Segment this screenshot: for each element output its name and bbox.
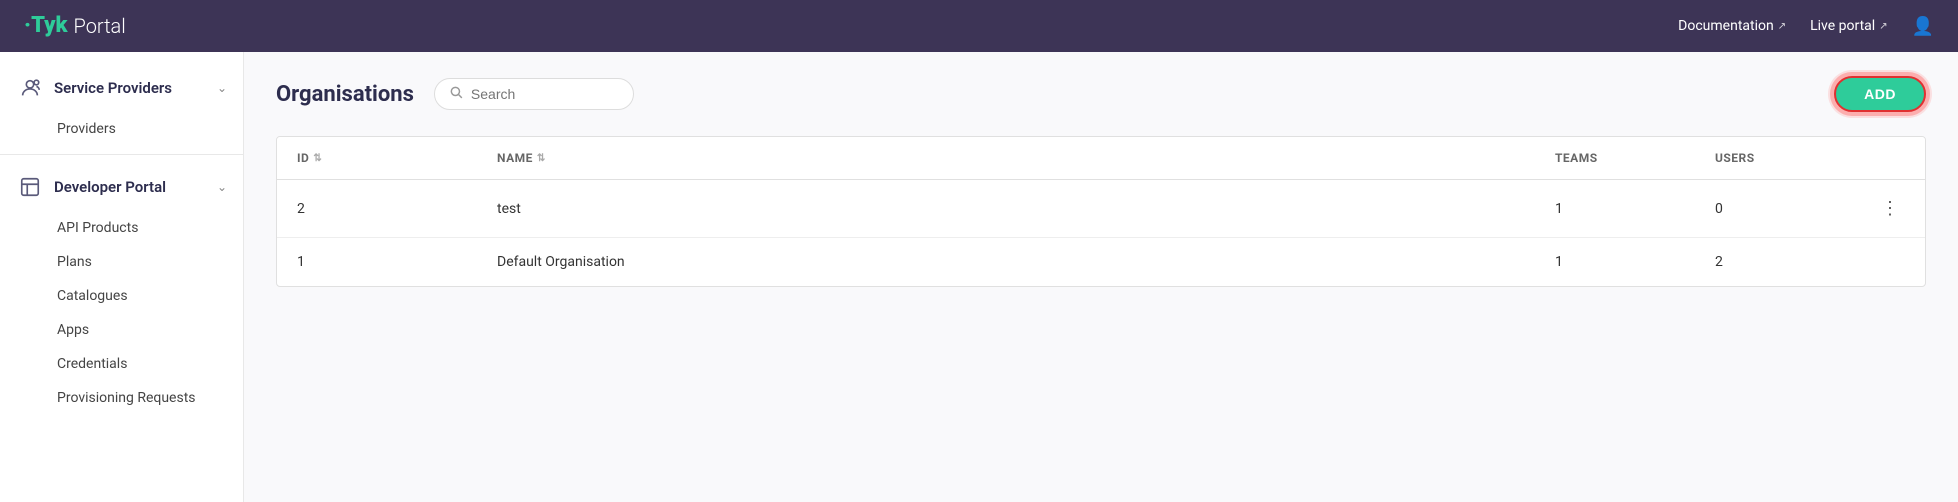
column-header-teams: TEAMS — [1535, 137, 1695, 180]
chevron-down-icon-2: ⌄ — [217, 180, 227, 194]
page-header: Organisations ADD — [276, 76, 1926, 112]
top-navigation: ·Tyk Portal Documentation ↗ Live portal … — [0, 0, 1958, 52]
organisations-table: ID ⇅ NAME ⇅ TEAMS — [277, 137, 1925, 286]
column-header-users: USERS — [1695, 137, 1855, 180]
external-link-icon-2: ↗ — [1879, 21, 1887, 32]
chevron-down-icon: ⌄ — [217, 81, 227, 95]
external-link-icon: ↗ — [1778, 21, 1786, 32]
column-header-name[interactable]: NAME ⇅ — [477, 137, 1535, 180]
cell-users-1: 0 — [1695, 180, 1855, 238]
developer-portal-icon — [16, 173, 44, 201]
cell-users-2: 2 — [1695, 238, 1855, 287]
cell-teams-2: 1 — [1535, 238, 1695, 287]
table-row: 1 Default Organisation 1 2 — [277, 238, 1925, 287]
sidebar-item-catalogues[interactable]: Catalogues — [0, 279, 243, 313]
sidebar-item-provisioning-requests[interactable]: Provisioning Requests — [0, 381, 243, 415]
topnav-right: Documentation ↗ Live portal ↗ 👤 — [1678, 16, 1934, 37]
cell-id-2: 1 — [277, 238, 477, 287]
table-row: 2 test 1 0 ⋮ — [277, 180, 1925, 238]
organisations-table-container: ID ⇅ NAME ⇅ TEAMS — [276, 136, 1926, 287]
app-layout: Service Providers ⌄ Providers — [0, 52, 1958, 502]
table-header-row: ID ⇅ NAME ⇅ TEAMS — [277, 137, 1925, 180]
sidebar: Service Providers ⌄ Providers — [0, 52, 244, 502]
cell-teams-1: 1 — [1535, 180, 1695, 238]
page-title: Organisations — [276, 82, 414, 107]
cell-name-1: test — [477, 180, 1535, 238]
sidebar-item-credentials[interactable]: Credentials — [0, 347, 243, 381]
live-portal-link[interactable]: Live portal ↗ — [1810, 18, 1887, 34]
documentation-link[interactable]: Documentation ↗ — [1678, 18, 1786, 34]
sidebar-item-providers[interactable]: Providers — [0, 112, 243, 146]
search-icon — [449, 85, 463, 103]
service-providers-icon — [16, 74, 44, 102]
column-header-actions — [1855, 137, 1925, 180]
search-box[interactable] — [434, 78, 634, 110]
sort-icon-id: ⇅ — [313, 153, 322, 164]
search-input[interactable] — [471, 86, 619, 102]
column-header-id[interactable]: ID ⇅ — [277, 137, 477, 180]
cell-id-1: 2 — [277, 180, 477, 238]
sidebar-item-apps[interactable]: Apps — [0, 313, 243, 347]
developer-portal-label: Developer Portal — [54, 178, 166, 196]
row-actions-button-1[interactable]: ⋮ — [1875, 196, 1905, 221]
sidebar-item-plans[interactable]: Plans — [0, 245, 243, 279]
sort-icon-name: ⇅ — [537, 153, 546, 164]
sidebar-group-developer-portal[interactable]: Developer Portal ⌄ — [0, 163, 243, 211]
sidebar-group-service-providers[interactable]: Service Providers ⌄ — [0, 64, 243, 112]
sidebar-divider — [0, 154, 243, 155]
sidebar-item-api-products[interactable]: API Products — [0, 211, 243, 245]
logo[interactable]: ·Tyk Portal — [24, 14, 126, 38]
main-content: Organisations ADD — [244, 52, 1958, 502]
cell-actions-2 — [1855, 238, 1925, 287]
service-providers-label: Service Providers — [54, 79, 172, 97]
sidebar-section-developer-portal: Developer Portal ⌄ API Products Plans Ca… — [0, 159, 243, 419]
logo-portal-text: Portal — [74, 14, 126, 38]
sidebar-section-service-providers: Service Providers ⌄ Providers — [0, 60, 243, 150]
user-account-icon[interactable]: 👤 — [1912, 16, 1934, 37]
logo-brand: ·Tyk — [24, 15, 68, 37]
cell-name-2: Default Organisation — [477, 238, 1535, 287]
cell-actions-1: ⋮ — [1855, 180, 1925, 238]
add-organisation-button[interactable]: ADD — [1834, 76, 1926, 112]
